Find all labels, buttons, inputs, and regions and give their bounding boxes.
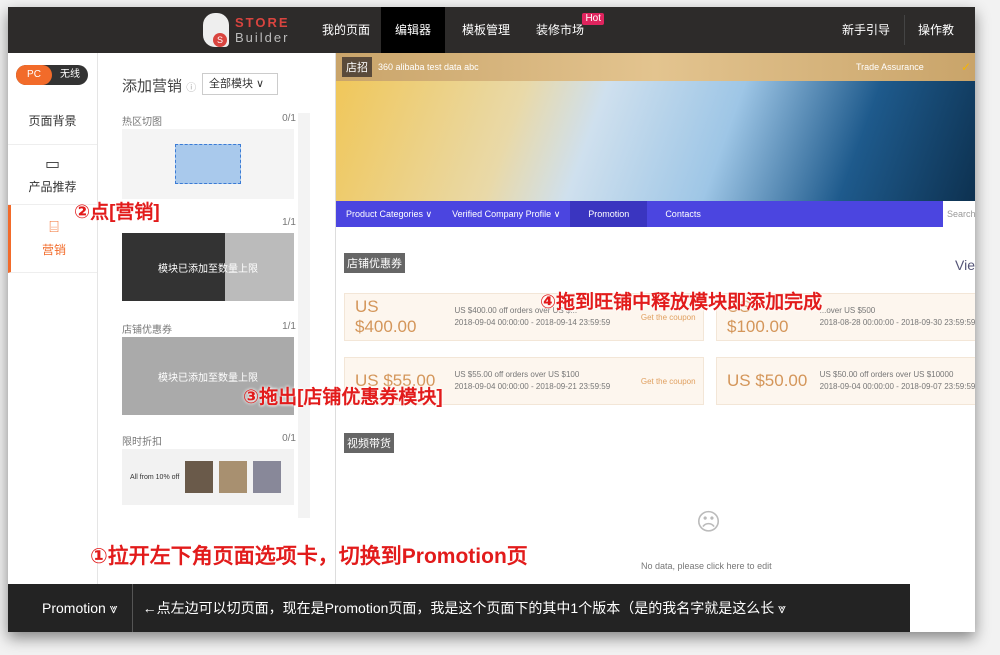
version-selector[interactable]: ←点左边可以切页面，现在是Promotion页面，我是这个页面下的其中1个版本（… [133, 598, 786, 618]
gift-icon: ⌸ [49, 219, 59, 236]
toggle-mobile[interactable]: 无线 [52, 65, 88, 85]
menu-product-categories[interactable]: Product Categories ∨ [336, 201, 442, 227]
nav-templates[interactable]: 模板管理 [448, 7, 524, 53]
logo-text: STORE [235, 15, 290, 30]
nav-market-label: 装修市场 [536, 23, 585, 37]
annotation-step-1: ①拉开左下角页面选项卡，切换到Promotion页 [90, 545, 528, 568]
store-builder-logo[interactable]: STOREBuilder [203, 13, 290, 47]
store-canvas: 店招 360 alibaba test data abc Trade Assuran… [336, 53, 975, 593]
sidebar-item-label: 营销 [41, 243, 66, 257]
section-coupon: 店铺优惠券 1/1 [122, 321, 296, 336]
left-sidebar: PC 无线 页面背景 ▭ 产品推荐 ⌸ 营销 [8, 53, 98, 593]
trade-assurance: Trade Assurance [856, 62, 924, 72]
coupon-card[interactable]: US $50.00 US $50.00 off orders over US $1… [716, 357, 975, 405]
sidebar-item-products[interactable]: ▭ 产品推荐 [8, 145, 97, 205]
annotation-step-3: ③拖出[店铺优惠券模块] [243, 387, 443, 408]
menu-promotion[interactable]: Promotion [570, 201, 648, 227]
menu-company-profile[interactable]: Verified Company Profile ∨ [442, 201, 570, 227]
annotation-step-2: ②点[营销] [74, 202, 160, 223]
nav-editor[interactable]: 编辑器 [381, 7, 446, 53]
discount-preview-text: All from 10% off [130, 473, 180, 481]
module-filter-select[interactable]: 全部模块 ∨ [202, 73, 278, 95]
section-discount: 限时折扣 0/1 [122, 433, 296, 448]
nav-my-pages[interactable]: 我的页面 [308, 7, 384, 53]
page-switcher-bar: Promotion ⩔ ←点左边可以切页面，现在是Promotion页面，我是这… [8, 584, 910, 632]
menu-contacts[interactable]: Contacts [647, 201, 719, 227]
shop-header[interactable]: 店招 360 alibaba test data abc Trade Assuran… [336, 53, 975, 81]
top-bar: STOREBuilder 我的页面 编辑器 模板管理 装修市场Hot 新手引导 … [8, 7, 975, 83]
sidebar-item-label: 产品推荐 [28, 180, 77, 194]
panel-title: 添加营销 ⓘ [122, 78, 197, 95]
hot-badge: Hot [582, 13, 605, 25]
module-hotspot[interactable] [122, 129, 294, 199]
video-module-tag[interactable]: 视频带货 [344, 433, 394, 453]
box-icon: ▭ [44, 156, 61, 173]
check-icon: ✓ [960, 60, 971, 74]
nav-tutorial[interactable]: 操作教程 [904, 7, 975, 83]
shop-name: 360 alibaba test data abc [378, 62, 479, 72]
sad-face-icon: ☹ [696, 509, 722, 536]
sidebar-item-background[interactable]: 页面背景 [8, 97, 97, 145]
coupon-amount: US $400.00 [355, 297, 417, 336]
page-selector[interactable]: Promotion ⩔ [8, 584, 133, 632]
double-chevron-down-icon: ⩔ [109, 600, 118, 616]
toggle-pc[interactable]: PC [16, 65, 52, 85]
coupon-amount: US $50.00 [727, 371, 808, 390]
view-all-link[interactable]: Vie [955, 257, 975, 273]
section-hotspot: 热区切图 0/1 [122, 113, 296, 128]
limit-overlay: 模块已添加至数量上限 [158, 263, 258, 275]
image-icon [175, 144, 241, 184]
store-search-input[interactable]: Search [943, 201, 975, 227]
nav-guide[interactable]: 新手引导 [828, 15, 906, 45]
editor-window: STOREBuilder 我的页面 编辑器 模板管理 装修市场Hot 新手引导 … [8, 7, 975, 632]
shop-header-tag: 店招 [342, 57, 372, 77]
sidebar-item-label: 页面背景 [28, 114, 77, 128]
device-toggle[interactable]: PC 无线 [16, 65, 88, 85]
module-panel: 添加营销 ⓘ 全部模块 ∨ 热区切图 0/1 1/1 模块已添加至数量上限 店铺优… [98, 53, 336, 593]
store-banner[interactable] [336, 81, 975, 201]
annotation-step-4: ④拖到旺铺中释放模块即添加完成 [540, 292, 823, 313]
module-video[interactable]: 模块已添加至数量上限 [122, 233, 294, 301]
panel-scrollbar[interactable] [298, 113, 310, 518]
info-icon[interactable]: ⓘ [186, 83, 196, 94]
double-chevron-down-icon: ⩔ [778, 600, 786, 616]
nav-market[interactable]: 装修市场 Hot [522, 7, 605, 53]
module-discount[interactable]: All from 10% off [122, 449, 294, 505]
store-menu: Product Categories ∨ Verified Company Pr… [336, 201, 975, 227]
coupon-module-tag[interactable]: 店铺优惠券 [344, 253, 405, 273]
get-coupon-button[interactable]: Get the coupon [633, 377, 703, 386]
no-data-link[interactable]: No data, please click here to edit [641, 561, 772, 571]
logo-subtext: Builder [235, 30, 290, 45]
logo-icon [203, 13, 229, 47]
